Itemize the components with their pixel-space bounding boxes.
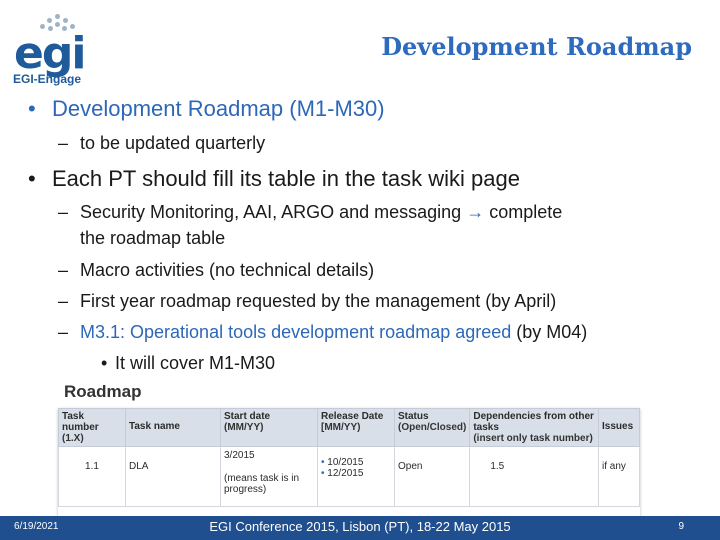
cell-dependencies: 1.5 bbox=[469, 446, 599, 507]
bullet-2-3-text: First year roadmap requested by the mana… bbox=[80, 291, 557, 311]
cell-issues: if any bbox=[598, 446, 640, 507]
footer-bar: 6/19/2021 EGI Conference 2015, Lisbon (P… bbox=[0, 516, 720, 540]
bullet-2-4-1-text: It will cover M1-M30 bbox=[115, 353, 276, 373]
dash-icon: – bbox=[58, 291, 69, 311]
header-dependencies: Dependencies from other tasks (insert onl… bbox=[469, 408, 599, 447]
bullet-2-4-text-a: M3.1: Operational tools development road… bbox=[80, 322, 512, 342]
start-date-note: (means task is in progress) bbox=[224, 473, 300, 495]
start-date-value: 3/2015 bbox=[224, 450, 255, 461]
release-date-2: • 12/2015 bbox=[321, 468, 364, 479]
header-task-name: Task name bbox=[125, 408, 221, 447]
bullet-1-1-text: to be updated quarterly bbox=[80, 133, 266, 153]
release-date-1: • 10/2015 bbox=[321, 457, 364, 468]
header-task-number: Task number (1.X) bbox=[58, 408, 126, 447]
page-number: 9 bbox=[678, 521, 684, 532]
bullet-dot-icon: • bbox=[101, 353, 108, 373]
cell-task-number: 1.1 bbox=[58, 446, 126, 507]
bullet-2-4-1: • It will cover M1-M30 bbox=[101, 353, 275, 374]
bullet-2-2-text: Macro activities (no technical details) bbox=[80, 260, 375, 280]
table-header-row: Task number (1.X) Task name Start date (MM… bbox=[58, 408, 640, 447]
cell-release-date: • 10/2015 • 12/2015 bbox=[317, 446, 395, 507]
bullet-2-3: – First year roadmap requested by the man… bbox=[58, 291, 556, 312]
header-start-date: Start date (MM/YY) bbox=[220, 408, 318, 447]
dash-icon: – bbox=[58, 133, 69, 153]
bullet-2-text: Each PT should fill its table in the tas… bbox=[52, 166, 520, 191]
bullet-dot-icon: • bbox=[28, 166, 36, 191]
bullet-2-1-text-b: complete bbox=[489, 202, 563, 222]
logo-mark: egi bbox=[14, 28, 86, 79]
table-row: 1.1 DLA 3/2015 (means task is in progres… bbox=[58, 446, 640, 507]
bullet-2-4: – M3.1: Operational tools development roa… bbox=[58, 322, 587, 343]
egi-logo: egi EGI-Engage bbox=[10, 12, 90, 92]
roadmap-label: Roadmap bbox=[64, 382, 142, 401]
bullet-2-1-cont: the roadmap table bbox=[80, 228, 225, 249]
footer-text: EGI Conference 2015, Lisbon (PT), 18-22 … bbox=[209, 519, 511, 534]
header-status: Status (Open/Closed) bbox=[393, 408, 471, 447]
bullet-2: • Each PT should fill its table in the ta… bbox=[28, 166, 520, 192]
bullet-2-1: – Security Monitoring, AAI, ARGO and mess… bbox=[58, 202, 562, 223]
bullet-1: • Development Roadmap (M1-M30) bbox=[28, 96, 385, 122]
bullet-dot-icon: • bbox=[28, 96, 36, 121]
bullet-1-text: Development Roadmap (M1-M30) bbox=[52, 96, 385, 121]
slide-title: Development Roadmap bbox=[381, 32, 692, 61]
roadmap-table: Task number (1.X) Task name Start date (MM… bbox=[58, 408, 640, 518]
logo-subtitle: EGI-Engage bbox=[13, 72, 82, 86]
header-issues: Issues bbox=[598, 408, 640, 447]
cell-task-name: DLA bbox=[125, 446, 221, 507]
cell-status: Open bbox=[393, 446, 471, 507]
bullet-1-1: – to be updated quarterly bbox=[58, 133, 265, 154]
header-release-date: Release Date [MM/YY) bbox=[317, 408, 395, 447]
dash-icon: – bbox=[58, 202, 69, 222]
right-arrow-icon: → bbox=[466, 202, 485, 222]
dash-icon: – bbox=[58, 260, 69, 280]
bullet-2-4-text-b: (by M04) bbox=[516, 322, 588, 342]
dash-icon: – bbox=[58, 322, 69, 342]
bullet-2-1-text-c: the roadmap table bbox=[80, 228, 226, 248]
bullet-2-2: – Macro activities (no technical details) bbox=[58, 260, 374, 281]
cell-start-date: 3/2015 (means task is in progress) bbox=[220, 446, 318, 507]
bullet-2-1-text-a: Security Monitoring, AAI, ARGO and messa… bbox=[80, 202, 462, 222]
